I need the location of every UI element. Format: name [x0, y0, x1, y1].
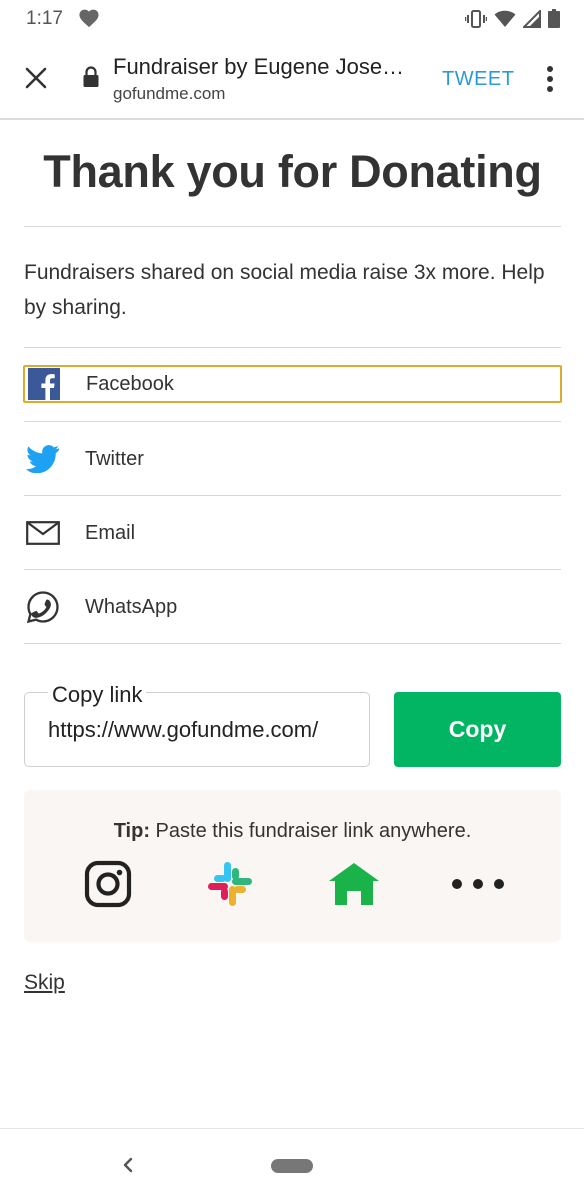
status-time: 1:17 — [26, 8, 63, 29]
heart-icon — [78, 8, 100, 33]
tip-prefix: Tip: — [113, 820, 150, 842]
twitter-icon — [25, 441, 61, 477]
more-icon[interactable] — [450, 856, 506, 912]
share-whatsapp[interactable]: WhatsApp — [24, 588, 561, 626]
share-lead-text: Fundraisers shared on social media raise… — [24, 261, 545, 319]
home-pill[interactable] — [271, 1159, 313, 1173]
share-twitter[interactable]: Twitter — [24, 440, 561, 478]
close-icon — [25, 67, 47, 89]
menu-dot — [547, 86, 553, 92]
menu-dot — [547, 76, 553, 82]
vibrate-icon — [464, 9, 488, 33]
lock-icon — [82, 66, 100, 93]
menu-dot — [547, 66, 553, 72]
copy-link-value[interactable]: https://www.gofundme.com/ — [48, 717, 364, 743]
email-icon — [25, 515, 61, 551]
share-option-label: Email — [85, 521, 136, 544]
page-url: gofundme.com — [113, 84, 226, 103]
overflow-menu-button[interactable] — [540, 64, 560, 94]
tip-message: Paste this fundraiser link anywhere. — [150, 820, 472, 842]
tip-text: Tip: Paste this fundraiser link anywhere… — [24, 820, 561, 843]
facebook-icon — [26, 366, 62, 402]
whatsapp-icon — [25, 589, 61, 625]
wifi-icon — [494, 10, 516, 33]
copy-link-label: Copy link — [48, 682, 147, 708]
instagram-icon[interactable] — [80, 856, 136, 912]
share-option-label: WhatsApp — [85, 595, 178, 618]
copy-button[interactable]: Copy — [394, 692, 561, 767]
tweet-button[interactable]: TWEET — [442, 68, 515, 91]
divider — [24, 421, 561, 422]
divider — [24, 569, 561, 570]
page-heading: Thank you for Donating — [43, 146, 542, 197]
back-icon[interactable] — [118, 1151, 138, 1184]
page-title: Fundraiser by Eugene Jose… — [113, 54, 405, 79]
share-option-label: Twitter — [85, 447, 144, 470]
share-email[interactable]: Email — [24, 514, 561, 552]
signal-icon — [521, 8, 541, 33]
slack-icon[interactable] — [202, 856, 258, 912]
skip-link[interactable]: Skip — [24, 971, 65, 995]
status-bar: 1:17 — [0, 0, 584, 38]
divider — [24, 347, 561, 348]
share-facebook[interactable]: Facebook — [23, 365, 562, 403]
tip-box: Tip: Paste this fundraiser link anywhere… — [24, 790, 561, 942]
nextdoor-icon[interactable] — [326, 856, 382, 912]
divider — [24, 495, 561, 496]
battery-icon — [548, 9, 560, 33]
system-nav-bar — [0, 1128, 584, 1200]
divider — [24, 643, 561, 644]
share-option-label: Facebook — [86, 372, 174, 395]
close-button[interactable] — [20, 62, 52, 94]
browser-toolbar: Fundraiser by Eugene Jose… gofundme.com … — [0, 38, 584, 120]
divider — [24, 226, 561, 227]
tip-icons — [24, 856, 561, 912]
status-icons — [464, 8, 560, 33]
